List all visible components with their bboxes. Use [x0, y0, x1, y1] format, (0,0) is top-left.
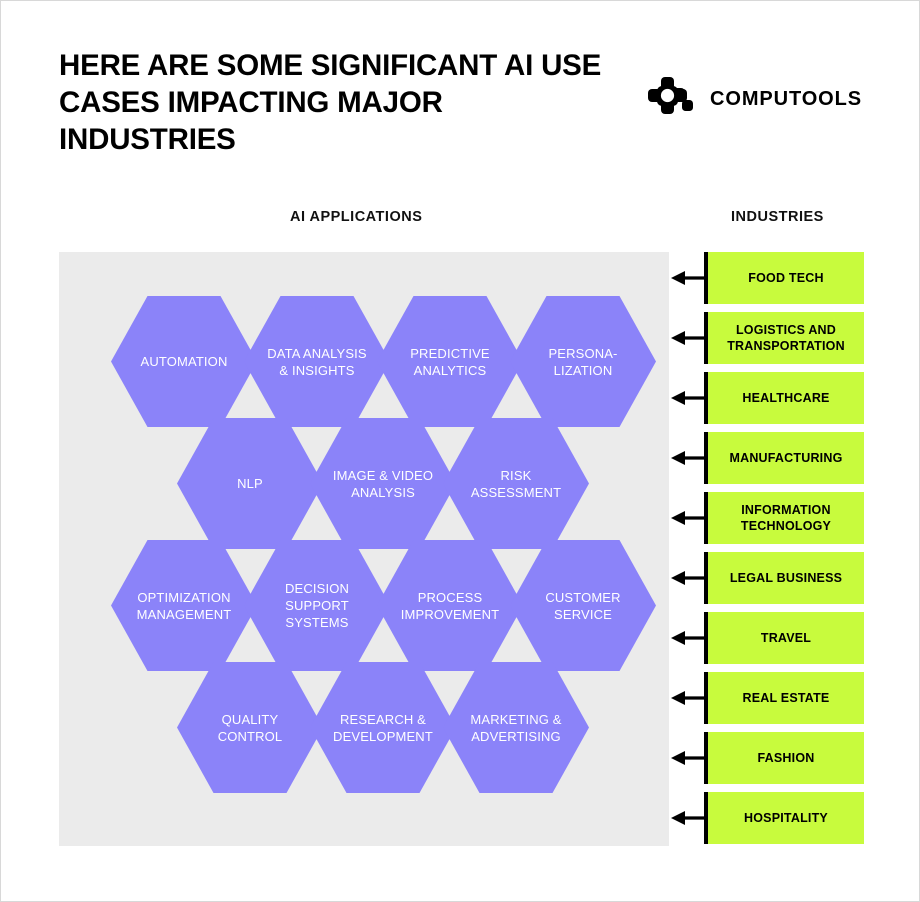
ai-application-label: QUALITY CONTROL [217, 711, 283, 744]
page-title: HERE ARE SOME SIGNIFICANT AI USE CASES I… [59, 49, 602, 156]
industry-box[interactable]: HEALTHCARE [704, 372, 864, 424]
industry-row[interactable]: FOOD TECH [671, 252, 864, 304]
industry-row[interactable]: LEGAL BUSINESS [671, 552, 864, 604]
industry-box[interactable]: LEGAL BUSINESS [704, 552, 864, 604]
industry-row[interactable]: FASHION [671, 732, 864, 784]
arrow-left-icon [671, 492, 704, 544]
arrow-left-icon [671, 372, 704, 424]
ai-application-label: DATA ANALYSIS & INSIGHTS [267, 345, 367, 378]
ai-application-label: AUTOMATION [140, 354, 228, 369]
industry-row[interactable]: INFORMATION TECHNOLOGY [671, 492, 864, 544]
ai-application-label: OPTIMIZATION MANAGEMENT [136, 589, 232, 622]
industry-row[interactable]: TRAVEL [671, 612, 864, 664]
ai-application-label: PREDICTIVE ANALYTICS [410, 345, 490, 378]
ai-application-label: MARKETING & ADVERTISING [470, 711, 562, 744]
arrow-left-icon [671, 312, 704, 364]
industry-label: HEALTHCARE [742, 391, 830, 405]
arrow-left-icon [671, 552, 704, 604]
brand-name: COMPUTOOLS [710, 87, 862, 110]
arrow-left-icon [671, 612, 704, 664]
industry-row[interactable]: LOGISTICS AND TRANSPORTATION [671, 312, 864, 364]
ai-application-label: DECISION SUPPORT SYSTEMS [284, 581, 350, 630]
ai-application-label: RESEARCH & DEVELOPMENT [333, 711, 433, 744]
industry-label: FOOD TECH [748, 271, 824, 285]
industry-label: LOGISTICS AND TRANSPORTATION [727, 323, 845, 353]
ai-application-label: NLP [237, 476, 263, 491]
industries-list: FOOD TECH LOGISTICS AND TRANSPORTATION HEA… [671, 252, 864, 846]
ai-application-hex[interactable]: DATA ANALYSIS & INSIGHTS [244, 296, 390, 427]
computools-logo-icon [648, 77, 696, 121]
heading-industries: INDUSTRIES [731, 209, 824, 225]
ai-application-label: RISK ASSESSMENT [470, 467, 562, 500]
industry-box[interactable]: LOGISTICS AND TRANSPORTATION [704, 312, 864, 364]
ai-application-hex[interactable]: NLP [177, 418, 323, 549]
industry-box[interactable]: REAL ESTATE [704, 672, 864, 724]
ai-application-hex[interactable]: RISK ASSESSMENT [443, 418, 589, 549]
ai-application-hex[interactable]: PROCESS IMPROVEMENT [377, 540, 523, 671]
industry-box[interactable]: FASHION [704, 732, 864, 784]
industry-row[interactable]: HEALTHCARE [671, 372, 864, 424]
arrow-left-icon [671, 252, 704, 304]
industry-row[interactable]: MANUFACTURING [671, 432, 864, 484]
ai-application-hex[interactable]: MARKETING & ADVERTISING [443, 662, 589, 793]
industry-box[interactable]: FOOD TECH [704, 252, 864, 304]
ai-applications-panel: AUTOMATION DATA ANALYSIS & INSIGHTS PREDIC… [59, 252, 669, 846]
ai-application-hex[interactable]: DECISION SUPPORT SYSTEMS [244, 540, 390, 671]
ai-application-label: IMAGE & VIDEO ANALYSIS [332, 467, 434, 500]
ai-application-hex[interactable]: AUTOMATION [111, 296, 257, 427]
ai-application-hex[interactable]: OPTIMIZATION MANAGEMENT [111, 540, 257, 671]
arrow-left-icon [671, 432, 704, 484]
industry-row[interactable]: REAL ESTATE [671, 672, 864, 724]
ai-application-hex[interactable]: RESEARCH & DEVELOPMENT [310, 662, 456, 793]
industry-row[interactable]: HOSPITALITY [671, 792, 864, 844]
industry-label: TRAVEL [760, 631, 812, 645]
arrow-left-icon [671, 792, 704, 844]
ai-application-hex[interactable]: IMAGE & VIDEO ANALYSIS [310, 418, 456, 549]
ai-application-hex[interactable]: PREDICTIVE ANALYTICS [377, 296, 523, 427]
industry-box[interactable]: INFORMATION TECHNOLOGY [704, 492, 864, 544]
ai-application-label: PERSONA- LIZATION [548, 345, 618, 378]
ai-application-hex[interactable]: CUSTOMER SERVICE [510, 540, 656, 671]
industry-label: INFORMATION TECHNOLOGY [740, 503, 832, 533]
heading-ai-applications: AI APPLICATIONS [290, 209, 423, 225]
brand-logo: COMPUTOOLS [648, 77, 862, 121]
ai-application-hex[interactable]: PERSONA- LIZATION [510, 296, 656, 427]
ai-application-label: PROCESS IMPROVEMENT [400, 589, 500, 622]
industry-label: LEGAL BUSINESS [729, 571, 843, 585]
industry-box[interactable]: HOSPITALITY [704, 792, 864, 844]
industry-label: HOSPITALITY [744, 811, 828, 825]
arrow-left-icon [671, 672, 704, 724]
industry-label: MANUFACTURING [729, 451, 843, 465]
industry-box[interactable]: TRAVEL [704, 612, 864, 664]
ai-application-hex[interactable]: QUALITY CONTROL [177, 662, 323, 793]
ai-application-label: CUSTOMER SERVICE [545, 589, 621, 622]
infographic-page: HERE ARE SOME SIGNIFICANT AI USE CASES I… [0, 0, 920, 902]
industry-box[interactable]: MANUFACTURING [704, 432, 864, 484]
industry-label: REAL ESTATE [742, 691, 830, 705]
arrow-left-icon [671, 732, 704, 784]
industry-label: FASHION [757, 751, 815, 765]
